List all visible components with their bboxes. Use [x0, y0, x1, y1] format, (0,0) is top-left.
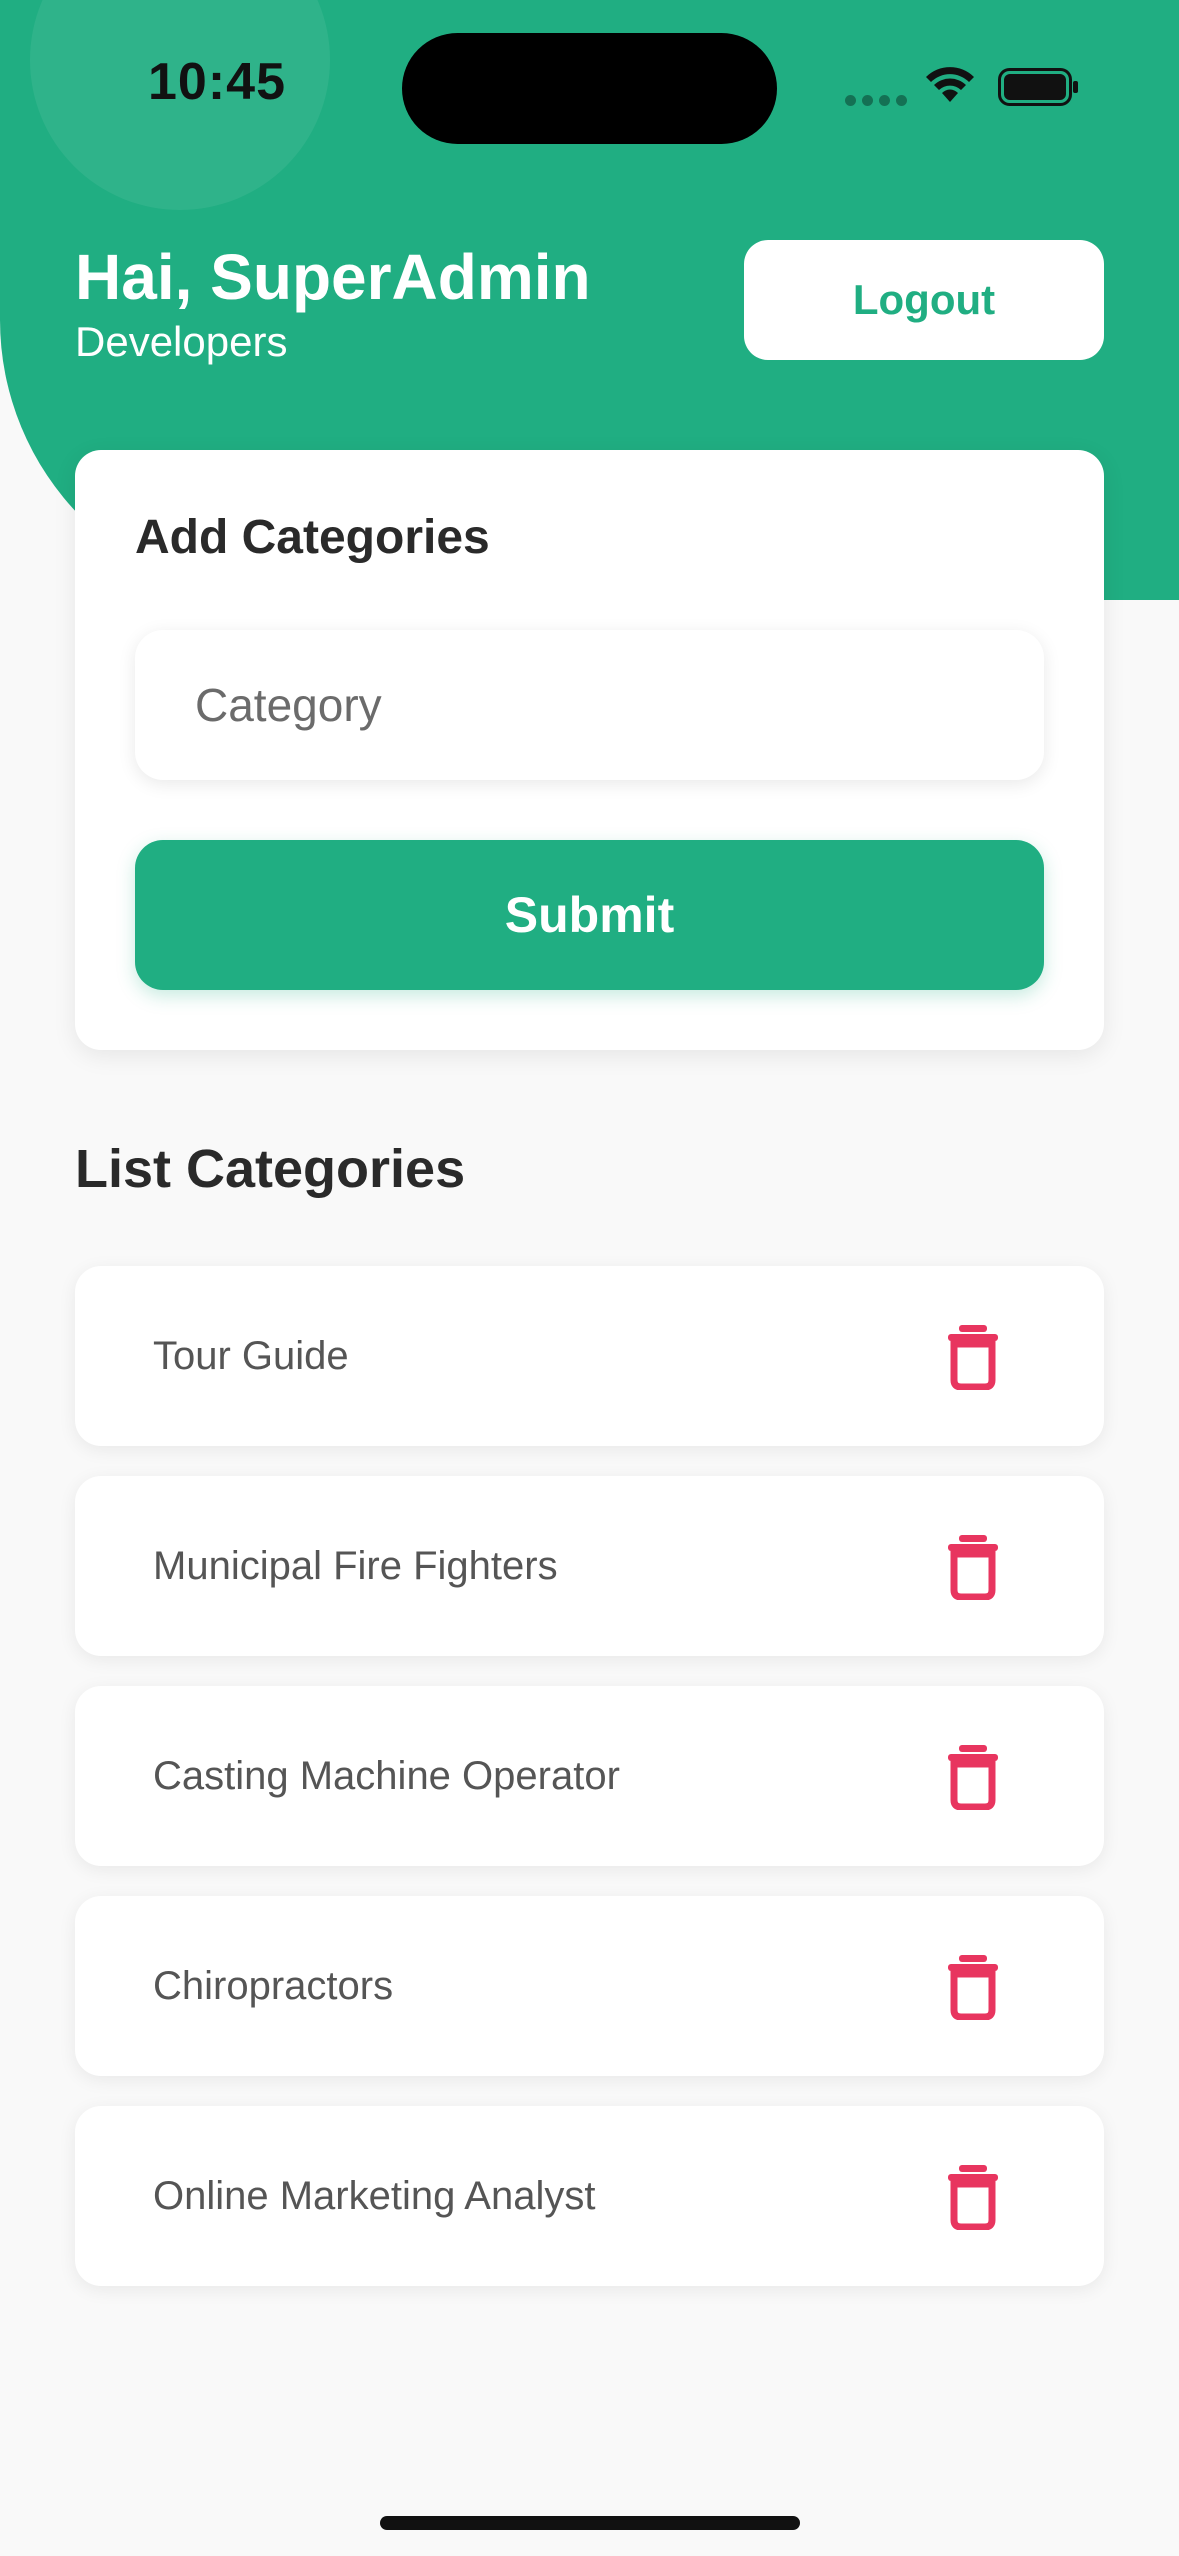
app-screen: 10:45 Hai, SuperAdmin Developers Logout …: [0, 0, 1179, 2556]
home-indicator: [380, 2516, 800, 2530]
list-item: Municipal Fire Fighters: [75, 1476, 1104, 1656]
battery-icon: [998, 68, 1078, 106]
dynamic-island: [402, 33, 777, 144]
trash-icon: [948, 1955, 998, 2021]
trash-icon: [948, 2165, 998, 2231]
category-input[interactable]: [135, 630, 1044, 780]
category-label: Tour Guide: [153, 1333, 349, 1378]
team-subtitle: Developers: [75, 318, 288, 365]
cellular-signal-icon: [845, 95, 907, 106]
delete-button[interactable]: [945, 2162, 1001, 2231]
greeting-title: Hai, SuperAdmin: [75, 241, 591, 313]
delete-button[interactable]: [945, 1742, 1001, 1811]
category-list: Tour Guide Municipal Fire Fighters Casti…: [75, 1266, 1104, 2316]
status-time: 10:45: [148, 53, 286, 111]
delete-button[interactable]: [945, 1322, 1001, 1391]
add-category-card: Add Categories Submit: [75, 450, 1104, 1050]
add-category-title: Add Categories: [135, 511, 490, 564]
trash-icon: [948, 1325, 998, 1391]
list-item: Chiropractors: [75, 1896, 1104, 2076]
list-categories-title: List Categories: [75, 1139, 466, 1199]
trash-icon: [948, 1535, 998, 1601]
logout-button[interactable]: Logout: [744, 240, 1104, 360]
category-label: Chiropractors: [153, 1963, 394, 2008]
submit-button[interactable]: Submit: [135, 840, 1044, 990]
trash-icon: [948, 1745, 998, 1811]
category-label: Municipal Fire Fighters: [153, 1543, 558, 1588]
list-item: Online Marketing Analyst: [75, 2106, 1104, 2286]
wifi-icon: [926, 67, 974, 102]
delete-button[interactable]: [945, 1952, 1001, 2021]
category-label: Casting Machine Operator: [153, 1753, 620, 1798]
category-label: Online Marketing Analyst: [153, 2173, 596, 2218]
list-item: Tour Guide: [75, 1266, 1104, 1446]
list-item: Casting Machine Operator: [75, 1686, 1104, 1866]
delete-button[interactable]: [945, 1532, 1001, 1601]
